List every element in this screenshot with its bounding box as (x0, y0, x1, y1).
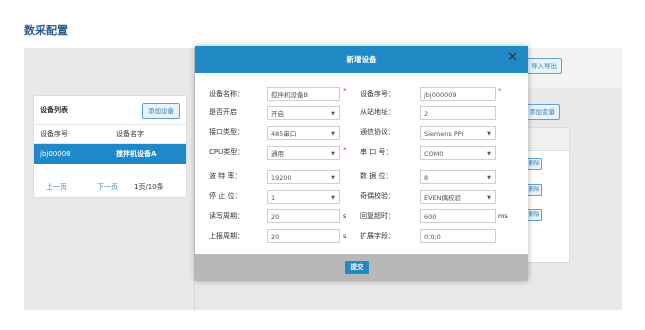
device-no-label: 设备序号： (360, 90, 395, 98)
iface-label: 接口类型： (209, 128, 244, 136)
close-icon[interactable]: ✕ (507, 51, 518, 65)
device-list-title: 设备列表 (40, 106, 68, 114)
port-select[interactable]: COM0 ▼ (420, 146, 496, 160)
chevron-down-icon: ▼ (331, 195, 335, 201)
timeout-label: 回复超时： (360, 212, 395, 220)
cpu-select[interactable]: 通用 ▼ (267, 146, 340, 160)
required-mark: * (343, 146, 347, 154)
protocol-value: Siemens PPI (424, 130, 464, 138)
add-device-button[interactable]: 添加设备 (142, 103, 180, 119)
device-list-header: 设备列表 添加设备 (34, 96, 186, 125)
parity-value: EVEN偶校验 (424, 194, 462, 202)
dialog-footer: 提交 (195, 254, 528, 281)
iface-value: 485串口 (271, 130, 297, 138)
timeout-unit: ms (498, 212, 508, 220)
chevron-down-icon: ▼ (487, 131, 491, 137)
slave-addr-input[interactable]: 2 (420, 106, 496, 120)
stopbits-value: 1 (271, 194, 276, 202)
parity-label: 奇偶校验： (360, 192, 395, 200)
cpu-value: 通用 (271, 150, 284, 158)
device-row-id: jbj00008 (40, 150, 71, 158)
databits-label: 数 据 位： (360, 172, 393, 180)
device-list-columns: 设备序号 设备名字 (34, 125, 186, 144)
cpu-label: CPU类型： (209, 148, 245, 156)
delete-button[interactable]: 删除 (526, 209, 542, 221)
rw-period-unit: s (343, 212, 347, 220)
protocol-label: 通信协议： (360, 128, 395, 136)
device-row-name: 搅拌机设备A (116, 150, 157, 158)
baud-value: 19200 (271, 174, 292, 182)
slave-addr-label: 从站地址： (360, 108, 395, 116)
page-info: 1页/10条 (134, 183, 164, 191)
baud-select[interactable]: 19200 ▼ (267, 170, 340, 184)
dialog-title: 新增设备 (346, 55, 377, 64)
ext-field-input[interactable]: 0;0;0 (420, 229, 496, 243)
device-name-label: 设备名称： (209, 90, 244, 98)
chevron-down-icon: ▼ (487, 175, 491, 181)
port-label: 串 口 号： (360, 148, 393, 156)
iface-select[interactable]: 485串口 ▼ (267, 126, 340, 140)
port-value: COM0 (424, 150, 444, 158)
device-name-input[interactable]: 搅拌机设备B (267, 87, 340, 101)
ext-field-label: 扩展字段： (360, 232, 395, 240)
parity-select[interactable]: EVEN偶校验 ▼ (420, 190, 496, 204)
enabled-label: 是否开启 (209, 108, 237, 116)
dialog-header: 新增设备 ✕ (195, 46, 528, 73)
protocol-select[interactable]: Siemens PPI ▼ (420, 126, 496, 140)
device-row-selected[interactable]: jbj00008 搅拌机设备A (34, 144, 186, 164)
device-list-panel: 设备列表 添加设备 设备序号 设备名字 jbj00008 搅拌机设备A (33, 95, 187, 179)
chevron-down-icon: ▼ (331, 151, 335, 157)
column-header-device-name: 设备名字 (116, 130, 144, 138)
submit-button[interactable]: 提交 (345, 261, 369, 274)
add-variable-button[interactable]: 添加变量 (524, 104, 560, 120)
required-mark: * (343, 87, 347, 95)
databits-select[interactable]: 8 ▼ (420, 170, 496, 184)
chevron-down-icon: ▼ (331, 175, 335, 181)
stopbits-select[interactable]: 1 ▼ (267, 190, 340, 204)
report-period-unit: s (343, 232, 347, 240)
delete-button[interactable]: 删除 (526, 184, 542, 196)
required-mark: * (498, 87, 502, 95)
rw-period-label: 读写周期： (209, 212, 244, 220)
next-page-link[interactable]: 下一页 (97, 177, 118, 197)
chevron-down-icon: ▼ (331, 131, 335, 137)
column-header-device-no: 设备序号 (40, 130, 68, 138)
report-period-label: 上报周期： (209, 232, 244, 240)
delete-button[interactable]: 删除 (526, 158, 542, 170)
rw-period-input[interactable]: 20 (267, 209, 340, 223)
databits-value: 8 (424, 174, 429, 182)
page-title: 数采配置 (24, 24, 68, 37)
timeout-input[interactable]: 600 (420, 209, 496, 223)
device-no-input[interactable]: jbj000009 (420, 87, 496, 101)
chevron-down-icon: ▼ (331, 111, 335, 117)
enabled-value: 开启 (271, 110, 284, 118)
report-period-input[interactable]: 20 (267, 229, 340, 243)
prev-page-link[interactable]: 上一页 (46, 177, 67, 197)
import-export-button[interactable]: 导入导出 (526, 58, 562, 74)
device-list-pager: 上一页 下一页 1页/10条 (33, 177, 187, 198)
baud-label: 波 特 率： (209, 172, 242, 180)
chevron-down-icon: ▼ (487, 151, 491, 157)
enabled-select[interactable]: 开启 ▼ (267, 106, 340, 120)
add-device-dialog: 新增设备 ✕ 设备名称： 搅拌机设备B * 设备序号： jbj000009 * … (195, 46, 528, 281)
chevron-down-icon: ▼ (487, 195, 491, 201)
stopbits-label: 停 止 位： (209, 192, 242, 200)
